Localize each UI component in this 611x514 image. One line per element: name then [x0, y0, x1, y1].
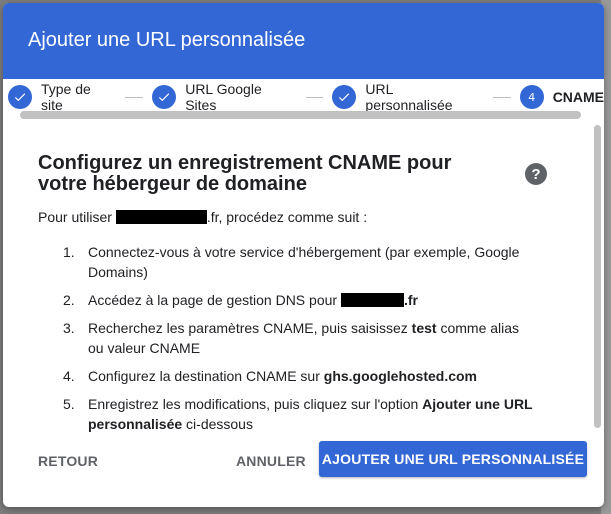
step-site-type[interactable]: Type de site — [8, 81, 116, 113]
scrollbar-thumb[interactable] — [594, 125, 601, 428]
stepper: Type de site URL Google Sites URL person… — [3, 79, 604, 119]
item-bold: test — [411, 320, 437, 336]
step-label: URL personnalisée — [365, 81, 453, 113]
list-item: 5. Enregistrez les modifications, puis c… — [38, 394, 538, 434]
item-text-prefix: Accédez à la page de gestion DNS pour — [88, 292, 341, 308]
vertical-scrollbar[interactable] — [594, 125, 601, 428]
item-text-suffix: .fr — [403, 292, 418, 308]
back-button[interactable]: RETOUR — [38, 453, 98, 469]
step-label: Type de site — [40, 81, 91, 113]
step-label: URL Google Sites — [185, 81, 262, 113]
help-icon[interactable]: ? — [525, 163, 547, 185]
check-icon — [8, 85, 32, 109]
list-item: 1. Connectez-vous à votre service d'hébe… — [38, 242, 538, 282]
item-text: Recherchez les paramètres CNAME, puis sa… — [88, 320, 412, 336]
cancel-button[interactable]: ANNULER — [236, 453, 306, 469]
check-icon — [152, 85, 177, 109]
list-item: 4. Configurez la destination CNAME sur g… — [38, 366, 538, 386]
check-icon — [332, 85, 357, 109]
item-bold: ghs.googlehosted.com — [323, 368, 478, 384]
dialog-header: Ajouter une URL personnalisée — [3, 3, 604, 79]
intro-suffix: .fr, procédez comme suit : — [206, 209, 368, 225]
step-label: CNAME — [552, 89, 604, 105]
step-google-sites-url[interactable]: URL Google Sites — [152, 81, 296, 113]
dialog-footer: RETOUR ANNULER AJOUTER UNE URL PERSONNAL… — [3, 441, 604, 481]
item-number: 3. — [63, 320, 75, 336]
step-custom-url[interactable]: URL personnalisée — [332, 81, 483, 113]
item-text: Connectez-vous à votre service d'héberge… — [88, 244, 520, 280]
instruction-list: 1. Connectez-vous à votre service d'hébe… — [38, 242, 568, 434]
list-item: 2. Accédez à la page de gestion DNS pour… — [38, 290, 538, 310]
item-number: 5. — [63, 396, 75, 412]
intro-prefix: Pour utiliser — [38, 209, 116, 225]
list-item: 3. Recherchez les paramètres CNAME, puis… — [38, 318, 538, 358]
item-number: 2. — [63, 292, 75, 308]
redacted-domain — [115, 210, 207, 224]
step-cname[interactable]: 4 CNAME — [519, 85, 604, 109]
step-connector — [492, 96, 511, 98]
item-text: Enregistrez les modifications, puis cliq… — [88, 396, 423, 412]
horizontal-scrollbar[interactable] — [20, 111, 581, 119]
item-number: 1. — [63, 244, 75, 260]
add-custom-url-dialog: Ajouter une URL personnalisée Type de si… — [3, 3, 604, 507]
step-connector — [125, 96, 144, 98]
dialog-title: Ajouter une URL personnalisée — [28, 29, 306, 51]
item-text: ci-dessous — [182, 416, 253, 432]
step-connector — [305, 96, 324, 98]
item-text: Configurez la destination CNAME sur — [88, 368, 324, 384]
content-title: Configurez un enregistrement CNAME pour … — [38, 152, 452, 195]
item-number: 4. — [63, 368, 75, 384]
dialog-content: Configurez un enregistrement CNAME pour … — [38, 153, 568, 442]
step-number: 4 — [519, 85, 544, 109]
redacted-domain — [340, 293, 404, 307]
intro-text: Pour utiliser .fr, procédez comme suit : — [38, 207, 568, 227]
add-custom-url-button[interactable]: AJOUTER UNE URL PERSONNALISÉE — [319, 441, 587, 477]
